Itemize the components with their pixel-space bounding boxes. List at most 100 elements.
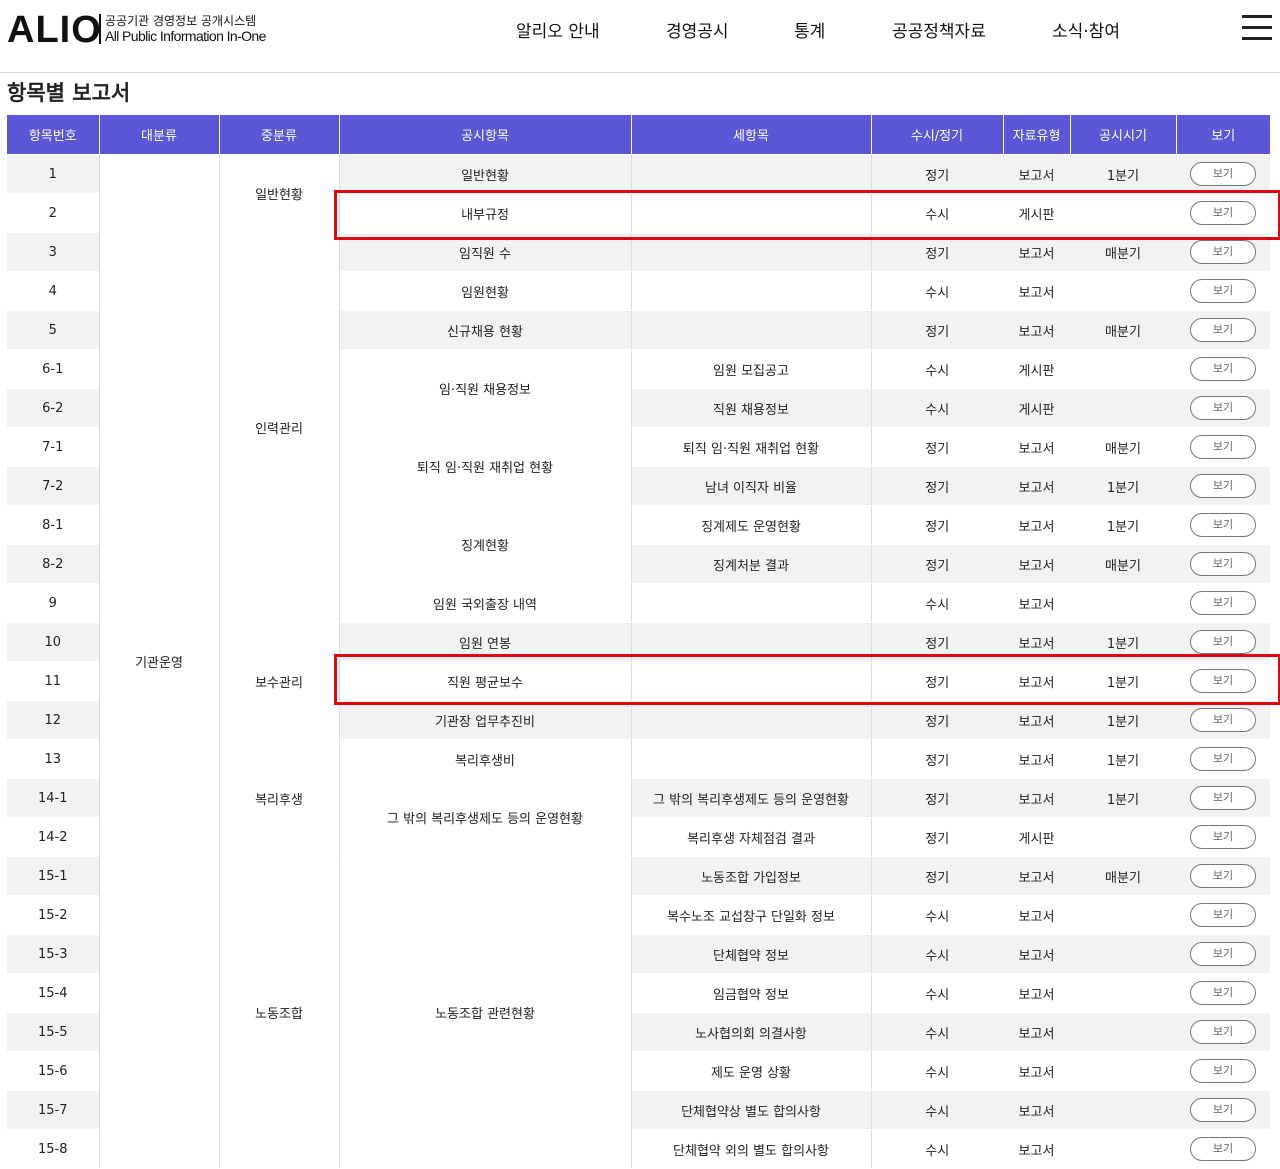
view-button[interactable]: 보기	[1190, 240, 1256, 264]
cell-sub-item: 복리후생 자체점검 결과	[630, 817, 872, 857]
nav-management-disclosure[interactable]: 경영공시	[666, 17, 729, 42]
col-header-no: 항목번호	[7, 115, 99, 155]
cell-view: 보기	[1176, 1090, 1270, 1130]
view-button[interactable]: 보기	[1190, 162, 1256, 186]
logo-korean: 공공기관 경영정보 공개시스템	[105, 14, 257, 28]
cell-period: 1분기	[1070, 154, 1176, 194]
view-button[interactable]: 보기	[1190, 279, 1256, 303]
cell-item-no: 14-2	[7, 817, 99, 857]
cell-period: 1분기	[1070, 466, 1176, 506]
cell-item-no: 8-1	[7, 505, 99, 545]
cell-item-no: 13	[7, 739, 99, 779]
view-button[interactable]: 보기	[1190, 825, 1256, 849]
cell-view: 보기	[1176, 1051, 1270, 1091]
cell-view: 보기	[1176, 427, 1270, 467]
page-title: 항목별 보고서	[7, 81, 131, 105]
cell-data-type: 보고서	[1003, 661, 1070, 701]
view-button[interactable]: 보기	[1190, 981, 1256, 1005]
cell-data-type: 보고서	[1003, 1012, 1070, 1052]
view-button[interactable]: 보기	[1190, 630, 1256, 654]
view-button[interactable]: 보기	[1190, 357, 1256, 381]
cell-view: 보기	[1176, 661, 1270, 701]
view-button[interactable]: 보기	[1190, 396, 1256, 420]
view-button[interactable]: 보기	[1190, 747, 1256, 771]
cell-view: 보기	[1176, 544, 1270, 584]
view-button[interactable]: 보기	[1190, 1020, 1256, 1044]
cell-disclosure-item: 임원 연봉	[338, 622, 632, 662]
nav-statistics[interactable]: 통계	[794, 17, 825, 42]
cell-item-no: 9	[7, 583, 99, 623]
cell-data-type: 게시판	[1003, 349, 1070, 389]
cell-period	[1070, 973, 1176, 1013]
view-button[interactable]: 보기	[1190, 591, 1256, 615]
cell-disclosure-item: 임·직원 채용정보	[338, 349, 632, 428]
view-button[interactable]: 보기	[1190, 786, 1256, 810]
cell-disclosure-item: 일반현황	[338, 154, 632, 194]
cell-data-type: 게시판	[1003, 193, 1070, 233]
cell-view: 보기	[1176, 193, 1270, 233]
view-button[interactable]: 보기	[1190, 708, 1256, 732]
cell-view: 보기	[1176, 349, 1270, 389]
nav-alio-guide[interactable]: 알리오 안내	[516, 17, 600, 42]
cell-frequency: 정기	[871, 154, 1003, 194]
cell-period: 매분기	[1070, 544, 1176, 584]
cell-period: 1분기	[1070, 622, 1176, 662]
view-button[interactable]: 보기	[1190, 318, 1256, 342]
view-button[interactable]: 보기	[1190, 942, 1256, 966]
view-button[interactable]: 보기	[1190, 513, 1256, 537]
nav-public-policy[interactable]: 공공정책자료	[892, 17, 986, 42]
cell-sub-item: 임원 모집공고	[630, 349, 872, 389]
cell-disclosure-item: 퇴직 임·직원 재취업 현황	[338, 427, 632, 506]
cell-frequency: 수시	[871, 934, 1003, 974]
hamburger-menu-icon[interactable]	[1242, 15, 1272, 41]
cell-view: 보기	[1176, 505, 1270, 545]
view-button[interactable]: 보기	[1190, 1137, 1256, 1161]
view-button[interactable]: 보기	[1190, 864, 1256, 888]
cell-data-type: 보고서	[1003, 1129, 1070, 1169]
cell-data-type: 보고서	[1003, 583, 1070, 623]
cell-frequency: 수시	[871, 349, 1003, 389]
cell-item-no: 15-8	[7, 1129, 99, 1169]
view-button[interactable]: 보기	[1190, 1059, 1256, 1083]
view-button[interactable]: 보기	[1190, 435, 1256, 459]
cell-item-no: 14-1	[7, 778, 99, 818]
cell-frequency: 정기	[871, 232, 1003, 272]
cell-data-type: 보고서	[1003, 934, 1070, 974]
cell-period	[1070, 349, 1176, 389]
col-header-major: 대분류	[98, 115, 219, 155]
cell-frequency: 정기	[871, 856, 1003, 896]
logo-english: All Public Information In-One	[105, 28, 266, 44]
cell-item-no: 15-6	[7, 1051, 99, 1091]
cell-period	[1070, 1090, 1176, 1130]
cell-frequency: 수시	[871, 271, 1003, 311]
cell-sub-item: 임금협약 정보	[630, 973, 872, 1013]
cell-view: 보기	[1176, 895, 1270, 935]
cell-sub-item: 단체협약상 별도 합의사항	[630, 1090, 872, 1130]
view-button[interactable]: 보기	[1190, 1098, 1256, 1122]
cell-sub-item: 단체협약 외의 별도 합의사항	[630, 1129, 872, 1169]
cell-view: 보기	[1176, 700, 1270, 740]
view-button[interactable]: 보기	[1190, 201, 1256, 225]
cell-data-type: 보고서	[1003, 856, 1070, 896]
cell-frequency: 수시	[871, 1090, 1003, 1130]
table-header-row: 항목번호 대분류 중분류 공시항목 세항목 수시/정기 자료유형 공시시기 보기	[7, 115, 1270, 155]
cell-data-type: 게시판	[1003, 388, 1070, 428]
cell-period	[1070, 1051, 1176, 1091]
view-button[interactable]: 보기	[1190, 903, 1256, 927]
cell-view: 보기	[1176, 1129, 1270, 1169]
cell-sub-item	[630, 154, 872, 194]
cell-sub-item	[630, 193, 872, 233]
view-button[interactable]: 보기	[1190, 552, 1256, 576]
col-header-view: 보기	[1175, 115, 1270, 155]
cell-period: 매분기	[1070, 427, 1176, 467]
view-button[interactable]: 보기	[1190, 669, 1256, 693]
view-button[interactable]: 보기	[1190, 474, 1256, 498]
nav-news-participation[interactable]: 소식·참여	[1052, 17, 1120, 42]
cell-sub-item: 그 밖의 복리후생제도 등의 운영현황	[630, 778, 872, 818]
cell-period: 1분기	[1070, 739, 1176, 779]
cell-sub-item	[630, 232, 872, 272]
cell-data-type: 보고서	[1003, 154, 1070, 194]
cell-data-type: 보고서	[1003, 505, 1070, 545]
cell-view: 보기	[1176, 817, 1270, 857]
cell-frequency: 정기	[871, 661, 1003, 701]
